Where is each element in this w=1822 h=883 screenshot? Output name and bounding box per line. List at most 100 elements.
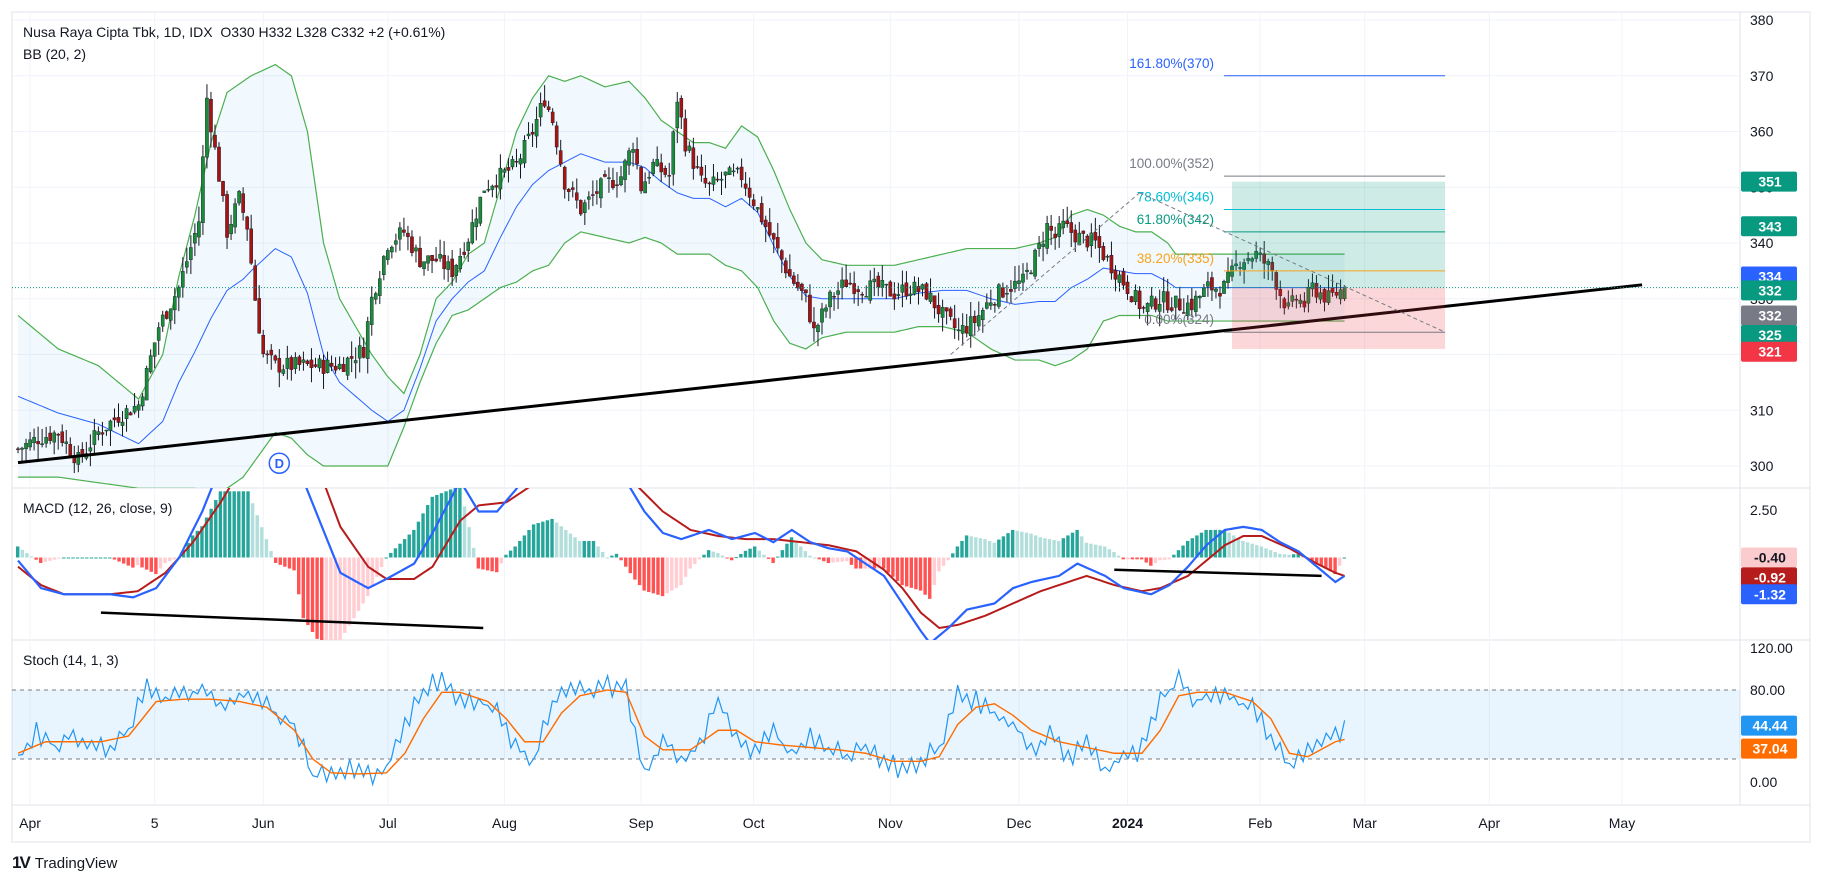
candle[interactable] [373,291,378,305]
candle[interactable] [486,179,491,193]
candle[interactable] [253,259,257,301]
macd-histogram-bar [766,557,771,559]
macd-histogram-bar [1232,535,1236,558]
macd-divergence-line[interactable] [1114,568,1322,578]
macd-histogram-bar [812,557,817,559]
macd-histogram-bar [554,522,559,558]
candle[interactable] [579,199,583,216]
macd-histogram-bar [250,503,255,558]
macd-histogram-bar [1010,529,1015,558]
position-target-zone[interactable] [1232,181,1446,288]
macd-histogram-bar [1337,557,1342,566]
candle[interactable] [398,222,402,251]
candle[interactable] [217,142,221,182]
candle[interactable] [402,217,406,237]
candle[interactable] [1033,248,1037,280]
candle[interactable] [205,84,209,169]
chart-canvas[interactable]: 161.80%(370)100.00%(352)78.60%(346)61.80… [0,0,1822,883]
macd-histogram-bar [1084,542,1089,558]
macd-histogram-bar [518,540,522,558]
candle[interactable] [164,310,169,320]
macd-histogram-bar [85,557,89,559]
fib-level-label: 161.80%(370) [1129,56,1214,71]
macd-histogram-bar [158,557,163,569]
macd-histogram-bar [900,557,904,586]
candle[interactable] [152,342,157,369]
candle[interactable] [1129,295,1134,303]
candle[interactable] [418,236,422,268]
time-axis-tick: Nov [878,815,903,831]
candle[interactable] [1222,279,1226,294]
stoch-pane[interactable] [12,667,1740,787]
macd-histogram-bar [1342,557,1346,559]
candle[interactable] [446,255,450,282]
candle[interactable] [490,184,495,198]
candle[interactable] [201,144,205,235]
svg-text:44.44: 44.44 [1752,718,1787,734]
macd-histogram-bar [1162,557,1167,560]
candle[interactable] [997,283,1001,309]
macd-histogram-bar [1139,557,1144,560]
candle[interactable] [144,365,149,401]
candle[interactable] [494,174,499,199]
position-stop-zone[interactable] [1232,287,1446,349]
candle[interactable] [924,282,929,301]
candle[interactable] [888,280,893,297]
macd-histogram-bar [462,506,467,558]
bb-legend[interactable]: BB (20, 2) [23,46,86,62]
svg-text:-0.92: -0.92 [1754,569,1786,585]
macd-histogram-bar [1181,545,1185,558]
macd-histogram-bar [1268,550,1273,558]
macd-histogram-bar [1043,538,1047,558]
candle[interactable] [426,255,430,271]
candle[interactable] [639,165,643,194]
macd-histogram-bar [614,553,619,558]
candle[interactable] [478,196,483,227]
macd-histogram-bar [905,557,909,587]
candle[interactable] [406,225,410,251]
candle[interactable] [442,241,446,280]
macd-histogram-bar [808,555,812,558]
candle[interactable] [410,230,414,257]
candle[interactable] [160,310,165,332]
price-pane[interactable]: 161.80%(370)100.00%(352)78.60%(346)61.80… [12,56,1740,494]
macd-histogram-bar [402,539,407,558]
tradingview-brand[interactable]: 1V TradingView [12,853,117,873]
candle[interactable] [382,255,386,281]
candle[interactable] [390,245,394,259]
macd-histogram-bar [315,557,319,639]
candle[interactable] [458,248,463,273]
macd-histogram-bar [983,539,987,558]
stoch-legend[interactable]: Stoch (14, 1, 3) [23,652,119,668]
time-axis-tick: May [1609,815,1635,831]
candle[interactable] [482,190,487,193]
candle[interactable] [148,349,153,374]
candle[interactable] [422,261,426,276]
svg-text:325: 325 [1758,327,1782,343]
candle[interactable] [462,242,467,259]
macd-histogram-bar [946,557,950,561]
candle[interactable] [470,209,475,245]
candle[interactable] [156,322,161,356]
candle[interactable] [414,244,418,263]
candle[interactable] [474,207,479,241]
candle[interactable] [522,135,527,168]
candle[interactable] [386,248,390,265]
macd-histogram-bar [223,491,227,558]
candle[interactable] [1045,215,1049,255]
macd-histogram-bar [20,549,25,558]
candle[interactable] [683,109,688,157]
candle[interactable] [679,95,684,129]
candle[interactable] [369,286,374,336]
candle[interactable] [394,233,398,253]
macd-divergence-line[interactable] [100,611,484,630]
macd-histogram-bar [564,529,568,558]
macd-histogram-bar [499,557,504,564]
stoch-axis-tick: 0.00 [1750,774,1777,790]
candle[interactable] [430,255,434,274]
macd-histogram-bar [1103,546,1107,558]
macd-histogram-bar [232,491,236,558]
macd-histogram-bar [379,557,384,568]
candle[interactable] [434,246,438,263]
macd-legend[interactable]: MACD (12, 26, close, 9) [23,500,172,516]
